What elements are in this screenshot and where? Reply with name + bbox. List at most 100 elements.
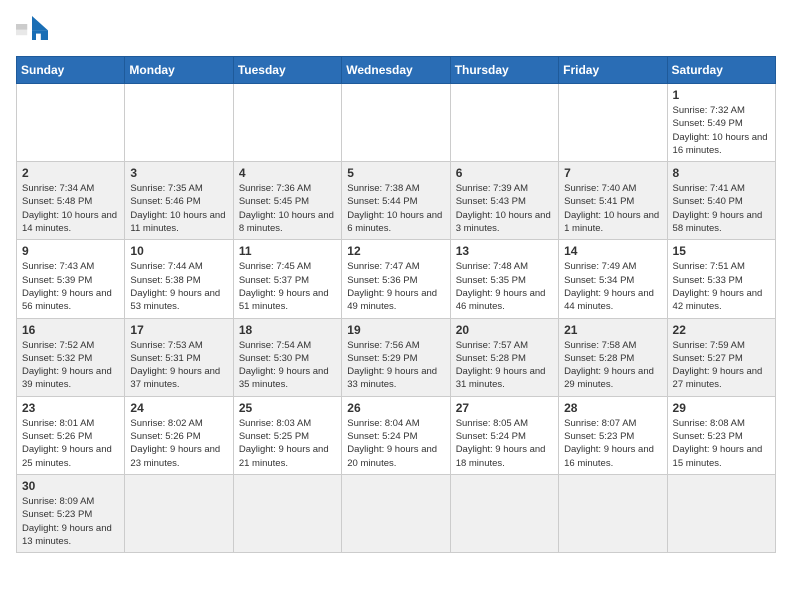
calendar-cell: 14 Sunrise: 7:49 AM Sunset: 5:34 PM Dayli… [559, 240, 667, 318]
day-info: Sunrise: 8:01 AM Sunset: 5:26 PM Dayligh… [22, 417, 119, 470]
calendar-cell [342, 474, 450, 552]
calendar-header-row: SundayMondayTuesdayWednesdayThursdayFrid… [17, 57, 776, 84]
calendar-cell: 4Sunrise: 7:36 AM Sunset: 5:45 PM Daylig… [233, 162, 341, 240]
calendar-cell [559, 474, 667, 552]
day-info: Sunrise: 7:40 AM Sunset: 5:41 PM Dayligh… [564, 182, 661, 235]
day-number: 23 [22, 401, 119, 415]
col-header-tuesday: Tuesday [233, 57, 341, 84]
day-number: 19 [347, 323, 444, 337]
day-number: 10 [130, 244, 227, 258]
calendar-cell: 2 Sunrise: 7:34 AM Sunset: 5:48 PM Daylig… [17, 162, 125, 240]
day-info: Sunrise: 7:34 AM Sunset: 5:48 PM Dayligh… [22, 182, 119, 235]
calendar-cell: 12 Sunrise: 7:47 AM Sunset: 5:36 PM Dayli… [342, 240, 450, 318]
calendar-cell [559, 84, 667, 162]
day-info: Sunrise: 7:45 AM Sunset: 5:37 PM Dayligh… [239, 260, 336, 313]
day-number: 28 [564, 401, 661, 415]
day-info: Sunrise: 7:57 AM Sunset: 5:28 PM Dayligh… [456, 339, 553, 392]
calendar-week-row: 30 Sunrise: 8:09 AM Sunset: 5:23 PM Dayli… [17, 474, 776, 552]
calendar-cell: 19 Sunrise: 7:56 AM Sunset: 5:29 PM Dayli… [342, 318, 450, 396]
calendar-cell: 11 Sunrise: 7:45 AM Sunset: 5:37 PM Dayli… [233, 240, 341, 318]
col-header-sunday: Sunday [17, 57, 125, 84]
calendar-week-row: 16Sunrise: 7:52 AM Sunset: 5:32 PM Dayli… [17, 318, 776, 396]
day-info: Sunrise: 7:35 AM Sunset: 5:46 PM Dayligh… [130, 182, 227, 235]
calendar-cell: 27 Sunrise: 8:05 AM Sunset: 5:24 PM Dayli… [450, 396, 558, 474]
day-number: 27 [456, 401, 553, 415]
calendar-cell: 22 Sunrise: 7:59 AM Sunset: 5:27 PM Dayli… [667, 318, 775, 396]
day-info: Sunrise: 8:03 AM Sunset: 5:25 PM Dayligh… [239, 417, 336, 470]
day-number: 7 [564, 166, 661, 180]
day-info: Sunrise: 7:59 AM Sunset: 5:27 PM Dayligh… [673, 339, 770, 392]
day-info: Sunrise: 7:48 AM Sunset: 5:35 PM Dayligh… [456, 260, 553, 313]
calendar-cell [17, 84, 125, 162]
calendar-cell: 17 Sunrise: 7:53 AM Sunset: 5:31 PM Dayli… [125, 318, 233, 396]
calendar-cell [233, 84, 341, 162]
day-number: 20 [456, 323, 553, 337]
day-number: 17 [130, 323, 227, 337]
day-number: 18 [239, 323, 336, 337]
day-info: Sunrise: 8:04 AM Sunset: 5:24 PM Dayligh… [347, 417, 444, 470]
calendar-cell: 10 Sunrise: 7:44 AM Sunset: 5:38 PM Dayli… [125, 240, 233, 318]
day-number: 25 [239, 401, 336, 415]
day-info: Sunrise: 7:58 AM Sunset: 5:28 PM Dayligh… [564, 339, 661, 392]
day-number: 24 [130, 401, 227, 415]
day-info: Sunrise: 7:41 AM Sunset: 5:40 PM Dayligh… [673, 182, 770, 235]
day-number: 12 [347, 244, 444, 258]
calendar-cell [450, 474, 558, 552]
calendar-cell: 29Sunrise: 8:08 AM Sunset: 5:23 PM Dayli… [667, 396, 775, 474]
calendar-cell [233, 474, 341, 552]
calendar-cell [667, 474, 775, 552]
calendar-week-row: 1 Sunrise: 7:32 AM Sunset: 5:49 PM Daylig… [17, 84, 776, 162]
day-number: 11 [239, 244, 336, 258]
day-info: Sunrise: 7:44 AM Sunset: 5:38 PM Dayligh… [130, 260, 227, 313]
calendar-cell: 13Sunrise: 7:48 AM Sunset: 5:35 PM Dayli… [450, 240, 558, 318]
day-info: Sunrise: 7:47 AM Sunset: 5:36 PM Dayligh… [347, 260, 444, 313]
day-info: Sunrise: 7:39 AM Sunset: 5:43 PM Dayligh… [456, 182, 553, 235]
day-number: 22 [673, 323, 770, 337]
calendar-week-row: 2 Sunrise: 7:34 AM Sunset: 5:48 PM Daylig… [17, 162, 776, 240]
day-info: Sunrise: 8:07 AM Sunset: 5:23 PM Dayligh… [564, 417, 661, 470]
calendar-cell: 9 Sunrise: 7:43 AM Sunset: 5:39 PM Daylig… [17, 240, 125, 318]
day-info: Sunrise: 7:38 AM Sunset: 5:44 PM Dayligh… [347, 182, 444, 235]
day-number: 16 [22, 323, 119, 337]
day-info: Sunrise: 7:32 AM Sunset: 5:49 PM Dayligh… [673, 104, 770, 157]
col-header-monday: Monday [125, 57, 233, 84]
calendar-week-row: 9 Sunrise: 7:43 AM Sunset: 5:39 PM Daylig… [17, 240, 776, 318]
calendar-cell: 1 Sunrise: 7:32 AM Sunset: 5:49 PM Daylig… [667, 84, 775, 162]
logo [16, 16, 52, 44]
day-number: 14 [564, 244, 661, 258]
calendar-cell [342, 84, 450, 162]
col-header-thursday: Thursday [450, 57, 558, 84]
day-number: 21 [564, 323, 661, 337]
calendar-cell: 3Sunrise: 7:35 AM Sunset: 5:46 PM Daylig… [125, 162, 233, 240]
day-number: 30 [22, 479, 119, 493]
day-info: Sunrise: 8:08 AM Sunset: 5:23 PM Dayligh… [673, 417, 770, 470]
day-info: Sunrise: 7:36 AM Sunset: 5:45 PM Dayligh… [239, 182, 336, 235]
calendar: SundayMondayTuesdayWednesdayThursdayFrid… [16, 56, 776, 553]
calendar-cell: 26Sunrise: 8:04 AM Sunset: 5:24 PM Dayli… [342, 396, 450, 474]
calendar-cell: 28 Sunrise: 8:07 AM Sunset: 5:23 PM Dayli… [559, 396, 667, 474]
logo-icon [16, 16, 48, 44]
day-number: 2 [22, 166, 119, 180]
calendar-cell: 18 Sunrise: 7:54 AM Sunset: 5:30 PM Dayli… [233, 318, 341, 396]
day-info: Sunrise: 7:51 AM Sunset: 5:33 PM Dayligh… [673, 260, 770, 313]
calendar-cell: 15Sunrise: 7:51 AM Sunset: 5:33 PM Dayli… [667, 240, 775, 318]
day-info: Sunrise: 7:49 AM Sunset: 5:34 PM Dayligh… [564, 260, 661, 313]
day-number: 6 [456, 166, 553, 180]
calendar-cell: 16Sunrise: 7:52 AM Sunset: 5:32 PM Dayli… [17, 318, 125, 396]
col-header-wednesday: Wednesday [342, 57, 450, 84]
calendar-cell: 6 Sunrise: 7:39 AM Sunset: 5:43 PM Daylig… [450, 162, 558, 240]
day-info: Sunrise: 8:05 AM Sunset: 5:24 PM Dayligh… [456, 417, 553, 470]
day-number: 1 [673, 88, 770, 102]
day-info: Sunrise: 7:43 AM Sunset: 5:39 PM Dayligh… [22, 260, 119, 313]
calendar-cell [450, 84, 558, 162]
day-info: Sunrise: 8:02 AM Sunset: 5:26 PM Dayligh… [130, 417, 227, 470]
calendar-week-row: 23 Sunrise: 8:01 AM Sunset: 5:26 PM Dayli… [17, 396, 776, 474]
day-info: Sunrise: 7:53 AM Sunset: 5:31 PM Dayligh… [130, 339, 227, 392]
col-header-saturday: Saturday [667, 57, 775, 84]
calendar-cell: 20 Sunrise: 7:57 AM Sunset: 5:28 PM Dayli… [450, 318, 558, 396]
day-info: Sunrise: 7:54 AM Sunset: 5:30 PM Dayligh… [239, 339, 336, 392]
day-info: Sunrise: 7:56 AM Sunset: 5:29 PM Dayligh… [347, 339, 444, 392]
day-info: Sunrise: 8:09 AM Sunset: 5:23 PM Dayligh… [22, 495, 119, 548]
calendar-cell: 8Sunrise: 7:41 AM Sunset: 5:40 PM Daylig… [667, 162, 775, 240]
day-number: 9 [22, 244, 119, 258]
